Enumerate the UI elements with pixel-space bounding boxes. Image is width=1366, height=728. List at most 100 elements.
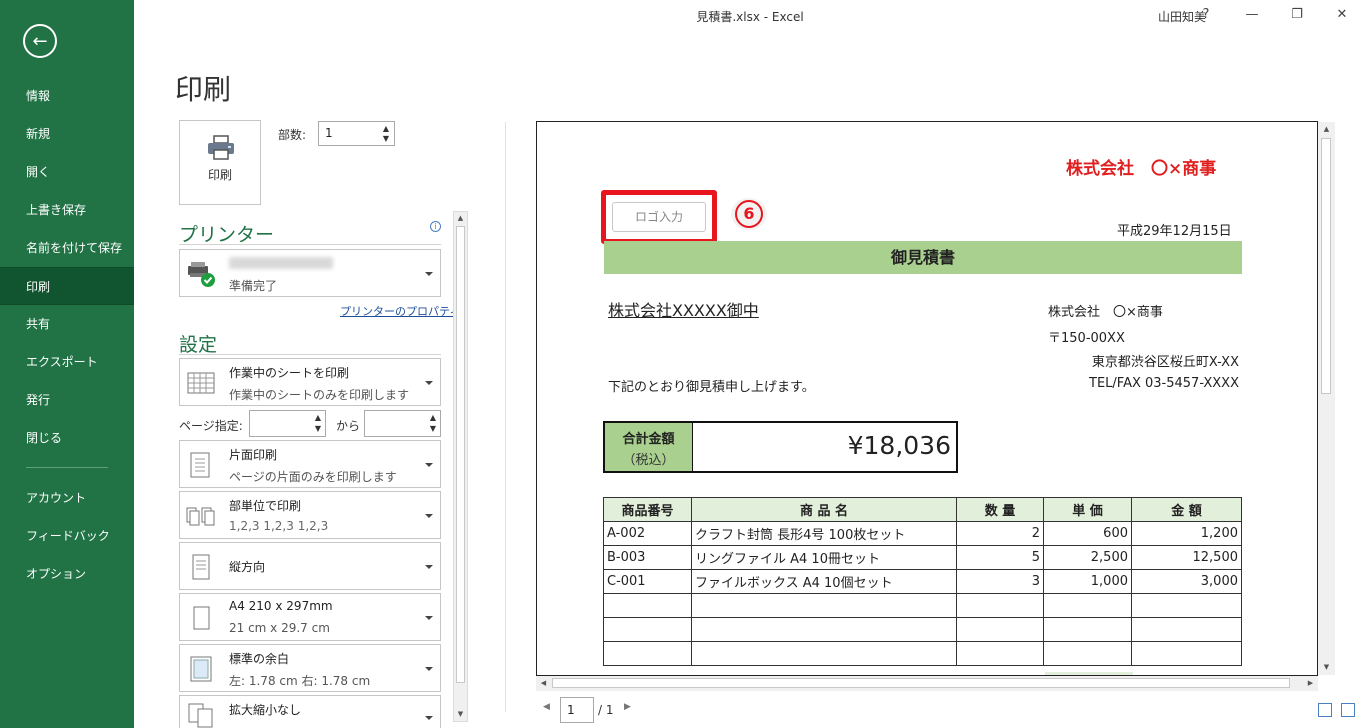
table-cell: リングファイル A4 10冊セット: [691, 545, 957, 570]
sidebar-item-options[interactable]: オプション: [0, 555, 134, 593]
next-page-icon[interactable]: ▶: [624, 702, 631, 712]
chevron-down-icon: [425, 514, 433, 518]
dropdown-main-label: 作業中のシートを印刷: [229, 366, 350, 380]
column-header: 単 価: [1043, 497, 1132, 522]
dropdown-sub-label: 1,2,3 1,2,3 1,2,3: [229, 519, 329, 533]
close-icon[interactable]: ✕: [1328, 4, 1356, 26]
table-cell: 600: [1043, 521, 1132, 546]
print-preview[interactable]: 株式会社 〇×商事 ロゴ入力 6 平成29年12月15日 御見積書 株式会社XX…: [536, 121, 1318, 676]
restore-icon[interactable]: ❐: [1283, 4, 1311, 26]
copies-label: 部数:: [278, 128, 307, 142]
copies-down-icon[interactable]: ▼: [379, 133, 393, 144]
scroll-down-icon[interactable]: ▼: [1320, 661, 1333, 674]
recipient: 株式会社XXXXX御中: [608, 301, 759, 320]
sidebar-item-save[interactable]: 上書き保存: [0, 191, 134, 229]
table-row: [603, 617, 1242, 642]
total-label: 合計金額: [622, 432, 675, 447]
table-cell: [956, 641, 1044, 666]
sidebar-item-print[interactable]: 印刷: [0, 267, 134, 305]
scroll-thumb[interactable]: [552, 678, 1290, 688]
zoom-to-page-icon[interactable]: [1341, 703, 1355, 717]
page-to-label: から: [336, 419, 361, 433]
print-button-label: 印刷: [207, 168, 232, 182]
sides-dropdown[interactable]: 片面印刷 ページの片面のみを印刷します: [179, 440, 441, 488]
show-margins-icon[interactable]: [1318, 703, 1332, 717]
print-what-dropdown[interactable]: 作業中のシートを印刷 作業中のシートのみを印刷します: [179, 358, 441, 406]
dropdown-main-label: 部単位で印刷: [229, 499, 302, 513]
help-icon[interactable]: ?: [1192, 4, 1220, 26]
scroll-thumb[interactable]: [1321, 138, 1331, 394]
table-header-row: 商品番号 商 品 名 数 量 単 価 金 額: [603, 497, 1242, 522]
minimize-icon[interactable]: —: [1238, 4, 1266, 26]
settings-scrollbar[interactable]: ▲ ▼: [453, 211, 468, 722]
step-badge: 6: [731, 198, 767, 230]
page-to-down-icon[interactable]: ▼: [426, 423, 440, 434]
page-from-down-icon[interactable]: ▼: [311, 423, 325, 434]
dropdown-sub-label: 21 cm x 29.7 cm: [229, 621, 330, 635]
one-sided-icon: [190, 452, 210, 478]
table-row: [603, 641, 1242, 666]
scroll-left-icon[interactable]: ◀: [537, 677, 550, 690]
printer-ready-icon: [188, 262, 215, 287]
page-to-up-icon[interactable]: ▲: [426, 412, 440, 423]
column-header: 商 品 名: [691, 497, 957, 522]
company-name-header: 株式会社 〇×商事: [1066, 159, 1217, 179]
page-number-input[interactable]: 1: [560, 697, 594, 723]
printer-dropdown[interactable]: 準備完了: [179, 249, 441, 297]
intro-note: 下記のとおり御見積申し上げます。: [608, 380, 815, 395]
orientation-dropdown[interactable]: 縦方向: [179, 542, 441, 590]
sender-postal: 〒150-00XX: [1048, 331, 1125, 346]
page-total: / 1: [598, 703, 614, 717]
sidebar-item-new[interactable]: 新規: [0, 115, 134, 153]
table-row: A-002 クラフト封筒 長形4号 100枚セット 2 600 1,200: [603, 521, 1242, 546]
margins-dropdown[interactable]: 標準の余白 左: 1.78 cm 右: 1.78 cm: [179, 644, 441, 692]
sidebar-item-info[interactable]: 情報: [0, 77, 134, 115]
previous-page-icon[interactable]: ◀: [543, 702, 550, 712]
sidebar-item-feedback[interactable]: フィードバック: [0, 517, 134, 555]
table-cell: B-003: [603, 545, 692, 570]
table-cell: [691, 593, 957, 618]
scroll-thumb[interactable]: [456, 226, 465, 683]
sidebar-item-publish[interactable]: 発行: [0, 381, 134, 419]
back-arrow-icon[interactable]: ←: [23, 24, 57, 58]
paper-size-dropdown[interactable]: A4 210 x 297mm 21 cm x 29.7 cm: [179, 593, 441, 641]
total-value: ¥18,036: [847, 431, 951, 460]
table-cell: [1043, 641, 1132, 666]
table-cell: [956, 593, 1044, 618]
sidebar-item-open[interactable]: 開く: [0, 153, 134, 191]
printer-status: 準備完了: [229, 279, 278, 293]
sidebar-item-save-as[interactable]: 名前を付けて保存: [0, 229, 134, 267]
scroll-up-icon[interactable]: ▲: [1320, 123, 1333, 136]
page-from-up-icon[interactable]: ▲: [311, 412, 325, 423]
scroll-down-icon[interactable]: ▼: [454, 708, 467, 721]
table-cell: 12,500: [1131, 545, 1242, 570]
chevron-down-icon: [425, 272, 433, 276]
sidebar-item-close[interactable]: 閉じる: [0, 419, 134, 457]
column-header: 商品番号: [603, 497, 692, 522]
table-cell: クラフト封筒 長形4号 100枚セット: [691, 521, 957, 546]
total-tax-note: （税込）: [622, 453, 675, 468]
sidebar-item-export[interactable]: エクスポート: [0, 343, 134, 381]
scroll-right-icon[interactable]: ▶: [1304, 677, 1317, 690]
preview-horizontal-scrollbar[interactable]: ◀ ▶: [536, 676, 1318, 691]
chevron-down-icon: [425, 463, 433, 467]
table-cell: C-001: [603, 569, 692, 594]
table-cell: 2: [956, 521, 1044, 546]
printer-properties-link[interactable]: プリンターのプロパティ: [340, 303, 460, 319]
table-cell: [1131, 593, 1242, 618]
chevron-down-icon: [425, 381, 433, 385]
excel-backstage-print: ← 情報 新規 開く 上書き保存 名前を付けて保存 印刷 共有 エクスポート 発…: [0, 0, 1366, 728]
collate-dropdown[interactable]: 部単位で印刷 1,2,3 1,2,3 1,2,3: [179, 491, 441, 539]
scaling-dropdown[interactable]: 拡大縮小なし: [179, 695, 441, 728]
step-number: 6: [735, 200, 763, 228]
info-icon[interactable]: i: [430, 221, 441, 232]
print-button[interactable]: 印刷: [179, 120, 261, 205]
scroll-up-icon[interactable]: ▲: [454, 212, 467, 225]
sidebar-item-account[interactable]: アカウント: [0, 479, 134, 517]
preview-vertical-scrollbar[interactable]: ▲ ▼: [1318, 122, 1335, 675]
table-cell: ファイルボックス A4 10個セット: [691, 569, 957, 594]
table-cell: [691, 617, 957, 642]
table-cell: 1,200: [1131, 521, 1242, 546]
sidebar-item-share[interactable]: 共有: [0, 305, 134, 343]
table-cell: [1131, 617, 1242, 642]
